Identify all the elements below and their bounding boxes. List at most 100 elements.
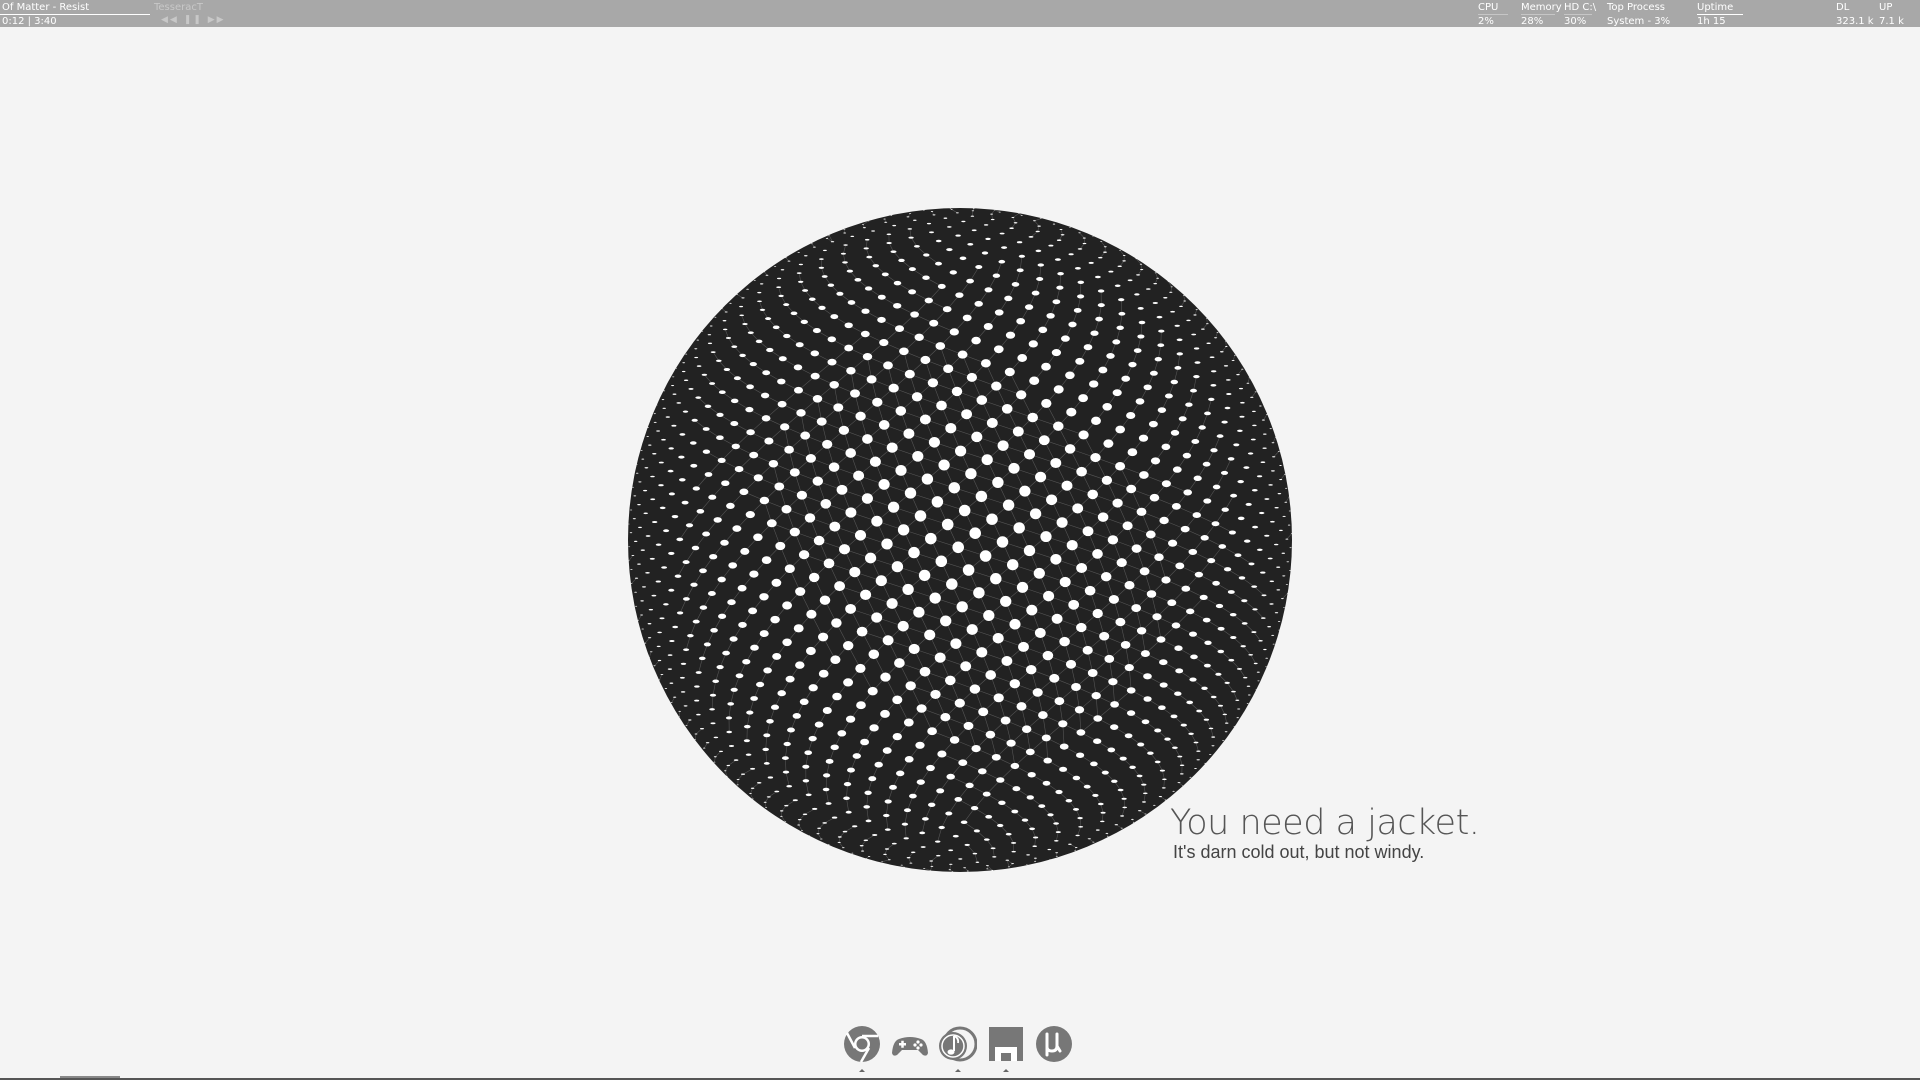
sphere-dot bbox=[1126, 710, 1136, 716]
dock-item-music-player[interactable] bbox=[939, 1025, 977, 1075]
sphere-dot bbox=[1026, 864, 1028, 866]
sphere-dot bbox=[640, 600, 644, 602]
sphere-dot bbox=[1248, 562, 1255, 566]
fast-forward-icon[interactable]: ▶▶ bbox=[208, 15, 226, 25]
sphere-dot bbox=[785, 257, 787, 259]
sphere-dot bbox=[704, 472, 713, 477]
sphere-dot bbox=[1076, 466, 1087, 477]
music-player-icon bbox=[939, 1026, 977, 1062]
sphere-dot bbox=[794, 386, 803, 394]
sphere-dot bbox=[1028, 236, 1034, 238]
sphere-dot bbox=[822, 707, 832, 714]
sphere-dot bbox=[1054, 258, 1061, 261]
sphere-dot bbox=[731, 443, 740, 450]
sphere-dot bbox=[641, 458, 645, 460]
download-value: 323.1 k bbox=[1836, 16, 1874, 27]
sphere-dot bbox=[683, 705, 688, 707]
sphere-dot bbox=[926, 764, 935, 772]
dock-item-chrome[interactable] bbox=[843, 1025, 881, 1075]
sphere-dot bbox=[699, 605, 708, 610]
sphere-dot bbox=[1032, 688, 1043, 697]
sphere-dot bbox=[859, 845, 864, 847]
sphere-dot bbox=[984, 287, 993, 293]
sphere-dot bbox=[678, 455, 685, 459]
sphere-dot bbox=[1038, 804, 1046, 808]
sphere-dot bbox=[1126, 687, 1136, 694]
sphere-dot bbox=[656, 645, 661, 648]
sphere-dot bbox=[1277, 492, 1282, 495]
sphere-dot bbox=[1120, 815, 1125, 817]
sphere-dot bbox=[1061, 480, 1073, 491]
sphere-dot bbox=[1153, 282, 1158, 285]
sphere-dot bbox=[994, 309, 1004, 316]
sphere-dot bbox=[903, 718, 914, 727]
sphere-dot bbox=[935, 239, 942, 243]
sphere-dot bbox=[830, 655, 841, 664]
sphere-dot bbox=[929, 231, 934, 234]
media-progress-track[interactable] bbox=[0, 14, 150, 15]
sphere-dot bbox=[658, 461, 664, 464]
sphere-dot bbox=[1246, 703, 1249, 704]
sphere-dot bbox=[724, 770, 727, 772]
sphere-dot bbox=[919, 666, 931, 677]
sphere-dot bbox=[1158, 705, 1166, 711]
dock-item-utorrent[interactable] bbox=[1035, 1025, 1073, 1075]
sphere-dot bbox=[638, 526, 642, 529]
sphere-dot bbox=[1100, 811, 1106, 814]
media-track-title[interactable]: Of Matter - Resist bbox=[2, 3, 89, 13]
sphere-dot bbox=[1143, 792, 1148, 795]
sphere-dot bbox=[1016, 268, 1024, 273]
sphere-dot bbox=[860, 330, 870, 338]
sphere-dot bbox=[845, 810, 852, 814]
sphere-dot bbox=[676, 402, 682, 404]
sphere-dot bbox=[683, 597, 690, 601]
sphere-dot bbox=[831, 618, 842, 628]
sphere-dot bbox=[1132, 822, 1135, 823]
sphere-dot bbox=[1289, 570, 1291, 571]
dock-item-save[interactable] bbox=[987, 1025, 1025, 1075]
sphere-dot bbox=[1224, 731, 1228, 733]
sphere-dot bbox=[903, 808, 912, 813]
sphere-dot bbox=[763, 733, 771, 738]
sphere-dot bbox=[1077, 280, 1085, 284]
sphere-dot bbox=[1051, 349, 1062, 357]
sphere-dot bbox=[934, 840, 941, 843]
pause-icon[interactable]: ❚❚ bbox=[184, 15, 203, 25]
sphere-dot bbox=[992, 476, 1004, 488]
sphere-dot bbox=[1261, 594, 1267, 597]
sphere-dot bbox=[1025, 665, 1037, 675]
sphere-dot bbox=[805, 793, 812, 797]
dock-item-games[interactable] bbox=[891, 1025, 929, 1075]
sphere-dot bbox=[671, 424, 677, 427]
sphere-dot bbox=[701, 331, 704, 332]
sphere-dot bbox=[1156, 315, 1163, 319]
sphere-dot bbox=[1211, 745, 1215, 747]
sphere-dot bbox=[749, 570, 759, 578]
sphere-dot bbox=[746, 384, 754, 390]
sphere-dot bbox=[690, 582, 698, 587]
sphere-dot bbox=[1223, 365, 1229, 367]
sphere-dot bbox=[830, 744, 839, 751]
sphere-dot bbox=[898, 258, 905, 263]
sphere-dot bbox=[1176, 352, 1183, 356]
sphere-dot bbox=[656, 404, 658, 406]
sphere-dot bbox=[1143, 673, 1152, 680]
sphere-dot bbox=[868, 776, 877, 782]
rewind-icon[interactable]: ◀◀ bbox=[161, 15, 179, 25]
sphere-dot bbox=[1119, 756, 1127, 761]
sphere-dot bbox=[1170, 310, 1175, 313]
sphere-dot bbox=[1225, 346, 1228, 347]
sphere-dot bbox=[842, 830, 848, 833]
sphere-dot bbox=[916, 704, 927, 713]
media-next-title[interactable]: TesseracT bbox=[154, 3, 203, 13]
sphere-dot bbox=[1272, 643, 1275, 645]
sphere-dot bbox=[1264, 498, 1270, 500]
sphere-dot bbox=[1065, 659, 1077, 669]
sphere-dot bbox=[954, 698, 965, 708]
sphere-dot bbox=[886, 598, 898, 609]
sphere-dot bbox=[944, 675, 956, 686]
sphere-dot bbox=[875, 575, 887, 587]
sphere-dot bbox=[797, 824, 801, 826]
sphere-dot bbox=[1004, 367, 1015, 377]
sphere-dot bbox=[1250, 396, 1254, 398]
